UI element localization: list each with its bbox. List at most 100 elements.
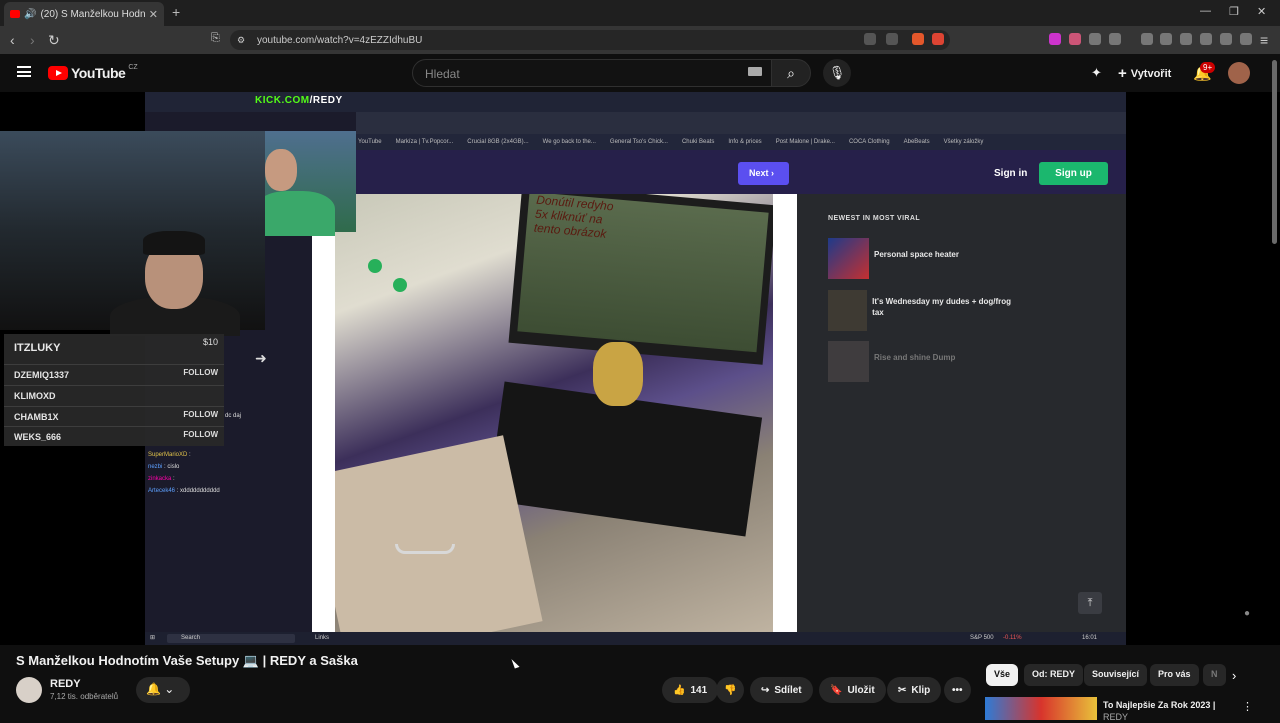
clip-button[interactable]: ✂ Klip bbox=[887, 677, 942, 703]
channel-name[interactable]: REDY bbox=[50, 678, 81, 690]
bookmark: Post Malone | Drake... bbox=[775, 139, 835, 145]
related-more-icon[interactable]: ⋮ bbox=[1242, 700, 1253, 713]
address-bar-row: ‹ › ↻ ⎘ youtube.com/watch?v=4zEZZIdhuBU … bbox=[0, 26, 1280, 54]
reload-icon[interactable]: ↻ bbox=[48, 32, 60, 49]
search-icon: ⌕ bbox=[787, 65, 795, 81]
rewards-icon[interactable] bbox=[932, 33, 944, 45]
share-page-icon[interactable] bbox=[886, 33, 898, 45]
chip-next[interactable]: N bbox=[1203, 664, 1226, 686]
save-button[interactable]: 🔖 Uložit bbox=[819, 677, 886, 703]
channel-avatar[interactable] bbox=[16, 677, 42, 703]
more-icon: ••• bbox=[952, 684, 963, 696]
chip-all[interactable]: Vše bbox=[986, 664, 1019, 686]
bookmark: COCA Clothing bbox=[848, 139, 890, 145]
video-title: S Manželkou Hodnotím Vaše Setupy 💻 | RED… bbox=[16, 653, 358, 668]
chip-from-channel[interactable]: Od: REDY bbox=[1024, 664, 1084, 686]
scroll-to-top-icon: ⤒ bbox=[1078, 592, 1102, 614]
url-field[interactable]: youtube.com/watch?v=4zEZZIdhuBU bbox=[230, 30, 950, 50]
browser-tabbar: 🔊 (20) S Manželkou Hodnotím Vaše Setupy … bbox=[0, 0, 1280, 26]
share-label: Sdílet bbox=[774, 684, 802, 696]
download-icon[interactable] bbox=[1141, 33, 1153, 45]
media-icon[interactable] bbox=[1160, 33, 1172, 45]
back-icon[interactable]: ‹ bbox=[10, 32, 15, 48]
taskbar-ticker: S&P 500 bbox=[970, 635, 994, 641]
setup-photo: Donútil redyho 5x kliknúť na tento obráz… bbox=[335, 194, 773, 632]
leaderboard-row: DZEMIQ1337 FOLLOW bbox=[4, 364, 224, 384]
chevron-down-icon: ⌄ bbox=[164, 682, 175, 696]
leo-icon[interactable] bbox=[1220, 33, 1232, 45]
speaker-icon[interactable]: 🔊 bbox=[24, 9, 36, 20]
search-button[interactable]: ⌕ bbox=[771, 59, 811, 87]
window-close-button[interactable]: ✕ bbox=[1257, 5, 1266, 18]
youtube-logo[interactable]: YouTube CZ bbox=[48, 64, 138, 81]
keyboard-icon[interactable] bbox=[748, 67, 762, 76]
side-post: It's Wednesday my dudes + dog/frog tax bbox=[828, 290, 1018, 331]
taskbar-ticker-change: -0.11% bbox=[1003, 635, 1022, 641]
kick-watermark: KICK.COM/REDY bbox=[255, 95, 343, 106]
window-restore-button[interactable]: ❐ bbox=[1229, 5, 1239, 18]
subscription-bell-button[interactable]: 🔔 ⌄ bbox=[136, 677, 190, 703]
menu-icon[interactable]: ≡ bbox=[1260, 32, 1268, 48]
stream-browser-tabs: KICK.COM/REDY bbox=[145, 92, 1126, 112]
share-button[interactable]: ↪ Sdílet bbox=[750, 677, 813, 703]
donation-leaderboard: ITZLUKY $10 DZEMIQ1337 FOLLOW KLIMOXD CH… bbox=[4, 334, 224, 446]
create-button[interactable]: + Vytvořit bbox=[1118, 65, 1171, 82]
premium-icon[interactable]: ✦ bbox=[1091, 65, 1102, 81]
cast-icon[interactable] bbox=[864, 33, 876, 45]
site-info-icon[interactable]: ⚙ bbox=[237, 35, 245, 46]
taskbar-clock: 16:01 bbox=[1082, 635, 1098, 641]
leaderboard-row: KLIMOXD bbox=[4, 385, 224, 405]
page-scrollbar[interactable] bbox=[1272, 60, 1277, 244]
notification-badge: 9+ bbox=[1200, 62, 1216, 73]
top-donor-name: ITZLUKY bbox=[14, 342, 61, 354]
channel-subscribers: 7,12 tis. odběratelů bbox=[50, 692, 119, 701]
top-donor-amount: $10 bbox=[202, 337, 218, 347]
bookmark-icon[interactable]: ⎘ bbox=[211, 32, 220, 45]
new-tab-button[interactable]: + bbox=[172, 4, 180, 20]
tab-close-icon[interactable]: ✕ bbox=[149, 8, 158, 21]
save-label: Uložit bbox=[847, 684, 875, 696]
imgur-signin: Sign in bbox=[994, 168, 1028, 179]
hamburger-menu-icon[interactable] bbox=[17, 66, 31, 77]
bookmark: AbeBeats bbox=[903, 139, 930, 145]
youtube-wordmark: YouTube bbox=[71, 65, 126, 81]
player-right-area bbox=[1126, 92, 1280, 645]
chat-message: nezbi : cislo bbox=[148, 464, 180, 470]
side-post-thumb bbox=[828, 238, 869, 279]
chip-for-you[interactable]: Pro vás bbox=[1150, 664, 1199, 686]
like-button[interactable]: 👍 141 bbox=[662, 677, 719, 703]
extension-icon[interactable] bbox=[1049, 33, 1061, 45]
chat-fragment: dc daj bbox=[225, 413, 242, 419]
share-arrow-icon: ➜ bbox=[255, 350, 267, 366]
wallet-icon[interactable] bbox=[1200, 33, 1212, 45]
brave-shield-icon[interactable] bbox=[912, 33, 924, 45]
chat-message: Artecek46 : xddddddddddd bbox=[148, 488, 220, 494]
search-input[interactable]: Hledat bbox=[412, 59, 772, 87]
dislike-button[interactable]: 👎 bbox=[716, 677, 745, 703]
leaderboard-row: WEKS_666 FOLLOW bbox=[4, 426, 224, 446]
voice-search-button[interactable]: 🎙 bbox=[823, 59, 851, 87]
extension-icon[interactable] bbox=[1109, 33, 1121, 45]
user-avatar[interactable] bbox=[1228, 62, 1250, 84]
youtube-play-icon bbox=[48, 66, 68, 80]
side-post-thumb bbox=[828, 290, 868, 331]
stream-bookmarks-bar: YouTube Markíza | Tv.Popcor... Crucial 8… bbox=[356, 134, 1126, 150]
forward-icon[interactable]: › bbox=[30, 32, 35, 48]
vpn-icon[interactable] bbox=[1240, 33, 1252, 45]
window-minimize-button[interactable]: — bbox=[1200, 5, 1211, 17]
more-actions-button[interactable]: ••• bbox=[944, 677, 971, 703]
chevron-right-icon[interactable]: › bbox=[1232, 668, 1236, 683]
side-section-title: NEWEST IN MOST VIRAL bbox=[828, 215, 920, 222]
like-count: 141 bbox=[690, 684, 708, 696]
create-label: Vytvořit bbox=[1130, 67, 1172, 80]
browser-tab[interactable]: 🔊 (20) S Manželkou Hodnotím Vaše Setupy … bbox=[4, 2, 164, 26]
related-video-thumbnail[interactable] bbox=[985, 697, 1097, 720]
wife-webcam bbox=[255, 131, 356, 236]
puzzle-icon[interactable] bbox=[1089, 33, 1101, 45]
sidebar-icon[interactable] bbox=[1180, 33, 1192, 45]
related-video-title[interactable]: To Najlepšie Za Rok 2023 | REDY bbox=[1103, 699, 1215, 723]
bookmark: Všetky záložky bbox=[943, 139, 984, 145]
side-post-title: Rise and shine Dump bbox=[874, 353, 956, 362]
chip-related[interactable]: Související bbox=[1084, 664, 1148, 686]
extension-icon[interactable] bbox=[1069, 33, 1081, 45]
